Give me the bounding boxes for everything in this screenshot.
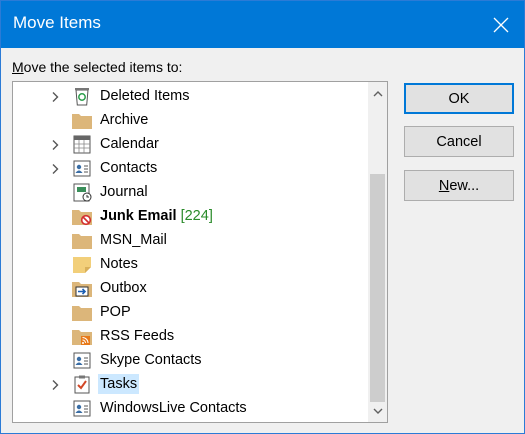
folder-name: Notes [100, 256, 138, 272]
folder-label: WindowsLive Contacts [98, 398, 249, 418]
folder-label: MSN_Mail [98, 230, 169, 250]
folder-label: POP [98, 302, 133, 322]
folder-label: Notes [98, 254, 140, 274]
folder-list: Deleted Items Archive Calendar Contacts Jour… [13, 84, 369, 420]
junk-folder-icon [71, 206, 93, 226]
folder-label: Journal [98, 182, 150, 202]
folder-label: Deleted Items [98, 86, 191, 106]
ok-button[interactable]: OK [404, 83, 514, 114]
folder-icon [71, 230, 93, 250]
folder-name: POP [100, 304, 131, 320]
chevron-up-icon [373, 90, 382, 96]
chevron-right-icon[interactable] [49, 90, 61, 102]
contacts-icon [71, 158, 93, 178]
new-label: ew... [449, 177, 480, 194]
folder-item[interactable]: Calendar [13, 132, 369, 156]
folder-name: Calendar [100, 136, 159, 152]
tasks-icon [71, 374, 93, 394]
folder-name: RSS Feeds [100, 328, 175, 344]
contacts-icon [71, 350, 93, 370]
contacts-icon [71, 398, 93, 418]
chevron-down-icon [373, 408, 382, 414]
calendar-icon [71, 134, 93, 154]
new-mnemonic: N [438, 177, 450, 194]
folder-item[interactable]: Skype Contacts [13, 348, 369, 372]
folder-name: Deleted Items [100, 88, 190, 104]
folder-item[interactable]: RSS Feeds [13, 324, 369, 348]
folder-name: WindowsLive Contacts [100, 400, 247, 416]
folder-item[interactable]: Archive [13, 108, 369, 132]
folder-label: Tasks [98, 374, 140, 394]
scrollbar-thumb[interactable] [370, 174, 385, 402]
title-bar: Move Items [1, 1, 524, 48]
notes-icon [71, 254, 93, 274]
chevron-right-icon[interactable] [49, 162, 61, 174]
scroll-down-button[interactable] [368, 401, 387, 420]
folder-item[interactable]: WindowsLive Contacts [13, 396, 369, 420]
folder-name: Archive [100, 112, 149, 128]
unread-count: [224] [180, 208, 213, 224]
window-title: Move Items [13, 13, 101, 32]
folder-item[interactable]: Outbox [13, 276, 369, 300]
close-button[interactable] [477, 1, 524, 48]
folder-name: Tasks [100, 376, 138, 392]
folder-label: Junk Email [224] [98, 206, 215, 226]
cancel-button[interactable]: Cancel [404, 126, 514, 157]
prompt-text: ove the selected items to: [23, 59, 183, 75]
folder-label: Skype Contacts [98, 350, 204, 370]
folder-name: Journal [100, 184, 148, 200]
folder-item[interactable]: Deleted Items [13, 84, 369, 108]
scroll-up-button[interactable] [368, 84, 387, 103]
folder-name: Outbox [100, 280, 147, 296]
journal-icon [71, 182, 93, 202]
folder-label: Archive [98, 110, 150, 130]
folder-icon [71, 302, 93, 322]
folder-name: MSN_Mail [100, 232, 167, 248]
folder-name: Junk Email [100, 208, 177, 224]
new-folder-button[interactable]: New... [404, 170, 514, 201]
chevron-right-icon[interactable] [49, 138, 61, 150]
rss-folder-icon [71, 326, 93, 346]
move-items-dialog: Move Items Move the selected items to: D… [0, 0, 525, 434]
recycle-bin-icon [71, 86, 93, 106]
folder-icon [71, 110, 93, 130]
move-prompt-label: Move the selected items to: [12, 59, 182, 75]
folder-label: Calendar [98, 134, 161, 154]
folder-label: RSS Feeds [98, 326, 176, 346]
folder-item[interactable]: Tasks [13, 372, 369, 396]
outbox-icon [71, 278, 93, 298]
folder-tree[interactable]: Deleted Items Archive Calendar Contacts Jour… [12, 81, 388, 423]
folder-name: Skype Contacts [100, 352, 202, 368]
folder-item[interactable]: Notes [13, 252, 369, 276]
folder-item[interactable]: Contacts [13, 156, 369, 180]
chevron-right-icon[interactable] [49, 378, 61, 390]
close-icon [493, 17, 508, 32]
prompt-mnemonic: M [12, 59, 24, 75]
vertical-scrollbar[interactable] [368, 82, 387, 422]
folder-item[interactable]: MSN_Mail [13, 228, 369, 252]
folder-name: Contacts [100, 160, 158, 176]
folder-label: Contacts [98, 158, 159, 178]
folder-label: Outbox [98, 278, 149, 298]
folder-item[interactable]: Journal [13, 180, 369, 204]
folder-item[interactable]: POP [13, 300, 369, 324]
folder-item[interactable]: Junk Email [224] [13, 204, 369, 228]
